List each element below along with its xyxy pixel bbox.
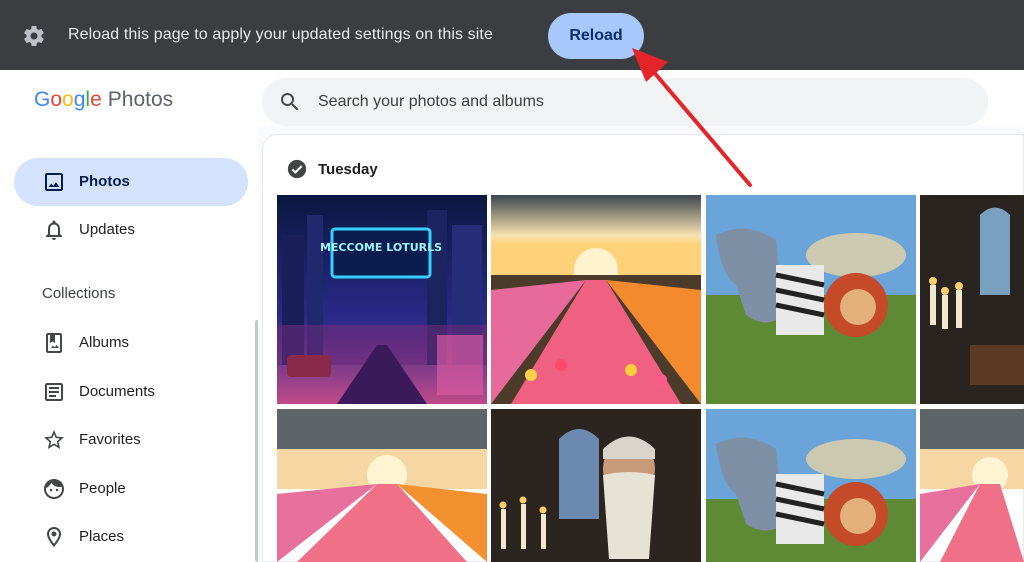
photo-thumbnail-tulip-field[interactable]: [491, 195, 701, 404]
collections-heading: Collections: [42, 285, 116, 302]
sidebar-item-updates[interactable]: Updates: [14, 206, 248, 254]
logo-letter: G: [34, 88, 51, 111]
photo-thumbnail-elephant-zebra-lion[interactable]: [706, 195, 916, 404]
sidebar-item-label: Favorites: [79, 431, 141, 448]
photo-thumbnail-old-wizard[interactable]: [491, 409, 701, 562]
photo-thumbnail-candle-hall[interactable]: [920, 195, 1024, 404]
sidebar-item-albums[interactable]: Albums: [14, 319, 248, 367]
album-icon: [46, 333, 62, 353]
date-group-header: Tuesday: [286, 158, 378, 180]
sidebar-item-label: Photos: [79, 173, 130, 190]
sidebar-item-label: Updates: [79, 221, 135, 238]
sidebar-item-label: Albums: [79, 334, 130, 351]
search-bar[interactable]: Search your photos and albums: [262, 78, 988, 126]
photo-thumbnail-elephant-zebra-lion[interactable]: [706, 409, 916, 562]
date-label: Tuesday: [318, 160, 378, 178]
logo-letter: g: [73, 88, 86, 111]
logo-product-name: Photos: [107, 88, 174, 111]
logo-letter: o: [62, 88, 74, 111]
search-icon[interactable]: [278, 90, 302, 114]
star-icon: [44, 430, 64, 449]
sidebar-item-favorites[interactable]: Favorites: [14, 416, 248, 464]
document-icon: [45, 383, 63, 401]
sidebar-item-label: Places: [79, 528, 125, 545]
neon-sign-text: MECCOME LOTURLS: [320, 241, 442, 254]
photo-thumbnail-neon-city[interactable]: MECCOME LOTURLS: [277, 195, 487, 404]
sidebar-item-places[interactable]: Places: [14, 513, 248, 561]
face-icon: [44, 479, 64, 499]
photo-thumbnail-tulip-field[interactable]: [277, 409, 487, 562]
sidebar-item-label: People: [79, 480, 126, 497]
pin-icon: [47, 527, 61, 547]
gear-icon[interactable]: [22, 24, 46, 48]
logo-letter: o: [50, 88, 63, 111]
sidebar-item-photos[interactable]: Photos: [14, 158, 248, 206]
logo-letter: e: [90, 88, 102, 111]
search-placeholder[interactable]: Search your photos and albums: [318, 93, 544, 111]
bell-icon: [46, 220, 62, 240]
sidebar-item-people[interactable]: People: [14, 465, 248, 513]
google-photos-logo[interactable]: Google Photos: [34, 88, 173, 112]
check-circle-icon[interactable]: [286, 158, 308, 180]
banner-message: Reload this page to apply your updated s…: [68, 26, 493, 43]
reload-button[interactable]: Reload: [548, 13, 644, 59]
sidebar-item-documents[interactable]: Documents: [14, 368, 248, 416]
settings-banner: Reload this page to apply your updated s…: [0, 0, 1024, 70]
sidebar-item-label: Documents: [79, 383, 155, 400]
photo-thumbnail-tulip-field[interactable]: [920, 409, 1024, 562]
photo-icon: [45, 173, 63, 191]
